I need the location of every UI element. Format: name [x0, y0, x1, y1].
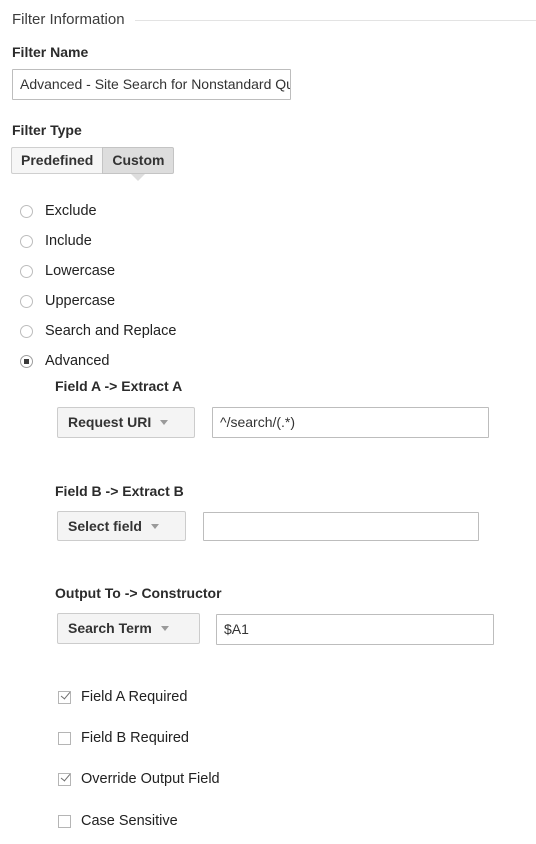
- tab-custom-label: Custom: [112, 152, 165, 168]
- output-to-label: Output To -> Constructor: [55, 585, 222, 601]
- constructor-input[interactable]: $A1: [216, 614, 494, 645]
- filter-name-label: Filter Name: [12, 44, 89, 60]
- filter-type-label: Filter Type: [12, 122, 82, 138]
- chevron-down-icon: [151, 420, 177, 425]
- radio-label-lowercase: Lowercase: [45, 263, 116, 279]
- field-b-label: Field B -> Extract B: [55, 483, 184, 499]
- field-b-select[interactable]: Select field: [57, 511, 186, 541]
- field-a-select-value: Request URI: [68, 414, 152, 430]
- extract-a-input[interactable]: ^/search/(.*): [212, 407, 489, 438]
- radio-icon-search-and-replace: [20, 324, 33, 338]
- radio-option-lowercase[interactable]: Lowercase: [20, 261, 115, 281]
- radio-option-uppercase[interactable]: Uppercase: [20, 291, 115, 311]
- radio-label-uppercase: Uppercase: [45, 293, 116, 309]
- checkbox-icon-field-a-required: [58, 690, 71, 704]
- chevron-down-icon: [142, 523, 168, 529]
- radio-icon-lowercase: [20, 264, 33, 278]
- filter-name-input[interactable]: Advanced - Site Search for Nonstandard Q…: [12, 69, 291, 100]
- checkbox-label-override-output-field: Override Output Field: [81, 771, 220, 787]
- section-header: Filter Information: [12, 11, 536, 29]
- radio-option-advanced[interactable]: Advanced: [20, 351, 110, 371]
- output-to-select[interactable]: Search Term: [57, 613, 200, 644]
- radio-icon-uppercase: [20, 294, 33, 308]
- field-b-select-value: Select field: [68, 517, 142, 534]
- radio-label-search-and-replace: Search and Replace: [45, 323, 177, 339]
- tab-custom[interactable]: Custom: [102, 147, 175, 181]
- checkbox-field-b-required[interactable]: Field B Required: [58, 728, 189, 748]
- checkbox-icon-field-b-required: [58, 731, 71, 745]
- radio-icon-include: [20, 234, 33, 248]
- chevron-down-icon: [152, 626, 178, 631]
- extract-b-input[interactable]: [203, 512, 479, 541]
- checkbox-icon-case-sensitive: [58, 814, 71, 828]
- field-a-label: Field A -> Extract A: [55, 378, 183, 394]
- checkbox-label-field-b-required: Field B Required: [81, 730, 189, 746]
- radio-icon-advanced: [20, 354, 33, 368]
- radio-icon-exclude: [20, 204, 33, 218]
- checkbox-icon-override-output-field: [58, 772, 71, 786]
- radio-option-exclude[interactable]: Exclude: [20, 201, 97, 221]
- section-divider: [134, 19, 536, 21]
- section-title: Filter Information: [12, 11, 125, 28]
- tab-predefined[interactable]: Predefined: [11, 147, 103, 174]
- radio-option-include[interactable]: Include: [20, 231, 92, 251]
- checkbox-label-case-sensitive: Case Sensitive: [81, 813, 178, 829]
- field-a-select[interactable]: Request URI: [57, 407, 195, 438]
- radio-option-search-and-replace[interactable]: Search and Replace: [20, 321, 176, 341]
- radio-label-include: Include: [45, 233, 92, 249]
- caret-down-icon: [131, 174, 146, 181]
- checkbox-case-sensitive[interactable]: Case Sensitive: [58, 811, 178, 831]
- checkbox-override-output-field[interactable]: Override Output Field: [58, 769, 220, 789]
- radio-label-exclude: Exclude: [45, 203, 97, 219]
- output-to-select-value: Search Term: [68, 620, 152, 636]
- radio-label-advanced: Advanced: [45, 353, 110, 369]
- checkbox-field-a-required[interactable]: Field A Required: [58, 687, 187, 707]
- checkbox-label-field-a-required: Field A Required: [81, 689, 188, 705]
- filter-type-tabs: Predefined Custom: [11, 147, 175, 181]
